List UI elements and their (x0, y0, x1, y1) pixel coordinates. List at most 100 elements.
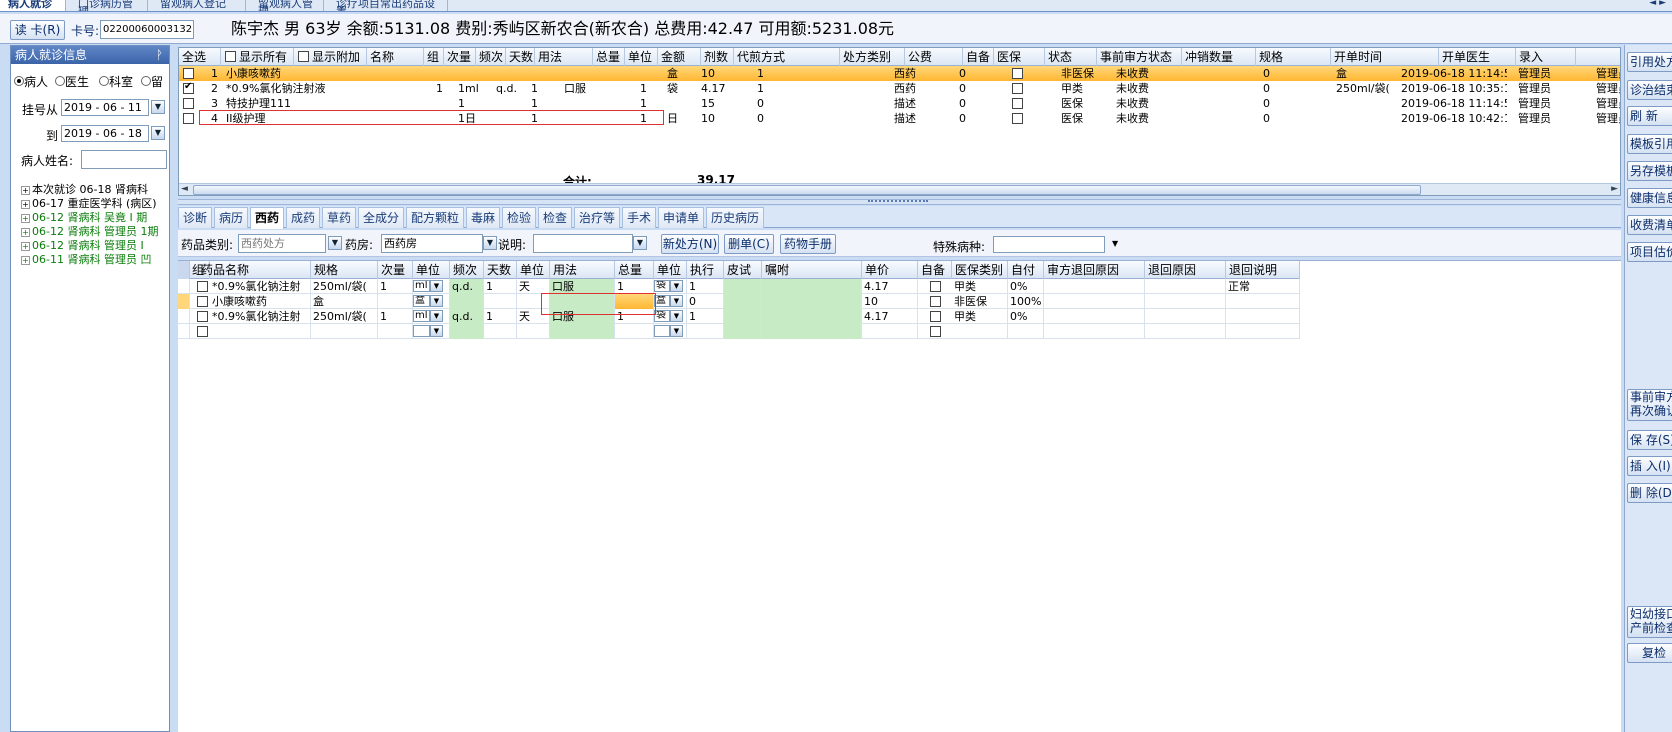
dose-cell[interactable]: 1 (378, 279, 413, 294)
pharmacy-select[interactable]: 西药房 (381, 234, 483, 253)
drug-name-cell[interactable]: 小康咳嗽药 (210, 294, 311, 309)
group-checkbox[interactable] (197, 311, 208, 322)
tab-8[interactable]: 检验 (502, 207, 536, 228)
scroll-right-arrow[interactable]: ► (1611, 184, 1618, 194)
unit-dropdown[interactable]: ▼ (430, 310, 443, 322)
pharmacy-dropdown[interactable]: ▼ (483, 236, 497, 250)
total-unit-cell[interactable]: 袋 ▼ (654, 309, 687, 324)
row-indicator[interactable] (178, 309, 190, 324)
drug-name-cell[interactable]: *0.9%氯化钠注射 (210, 279, 311, 294)
unit-select[interactable]: 盒 (413, 295, 430, 307)
prescription-list-hscrollbar[interactable]: ◄ ► (179, 183, 1620, 195)
total-unit-select[interactable]: 盒 (654, 295, 670, 307)
top-tab-0[interactable]: 病人就诊 (0, 0, 66, 11)
tab-13[interactable]: 历史病历 (706, 207, 764, 228)
header-col[interactable]: 显示所有 (221, 48, 294, 66)
row-indicator[interactable] (178, 279, 190, 294)
skin-test-cell[interactable] (724, 309, 762, 324)
scroll-left-arrow[interactable]: ◄ (181, 184, 188, 194)
date-from-dropdown[interactable]: ▼ (151, 100, 165, 114)
right-button-1[interactable]: 诊治结束 (1627, 80, 1672, 100)
row-indicator[interactable] (178, 324, 190, 339)
recheck-button[interactable]: 复检 (1627, 643, 1672, 663)
right-button-2[interactable]: 刷 新 (1627, 106, 1672, 126)
header-col[interactable]: 全选 (179, 48, 221, 66)
splitter-grip[interactable] (868, 200, 928, 204)
expand-icon[interactable]: + (21, 213, 30, 223)
unit-dropdown[interactable]: ▼ (430, 325, 443, 337)
skin-test-cell[interactable] (724, 279, 762, 294)
exec-cell[interactable]: 1 (687, 309, 724, 324)
right-button-mid-2[interactable]: 保 存(S) (1627, 430, 1672, 450)
expand-icon[interactable]: + (21, 241, 30, 251)
drug-name-cell[interactable]: *0.9%氯化钠注射 (210, 309, 311, 324)
date-to-dropdown[interactable]: ▼ (151, 126, 165, 140)
tab-12[interactable]: 申请单 (658, 207, 704, 228)
right-button-7[interactable]: 项目估价 (1627, 242, 1672, 262)
tree-item[interactable]: + 本次就诊 06-18 肾病科 (21, 183, 148, 196)
expand-icon[interactable]: + (21, 199, 30, 209)
new-prescription-button[interactable]: 新处方(N) (661, 234, 719, 254)
unit-dropdown[interactable]: ▼ (430, 280, 443, 292)
drug-type-select[interactable]: 西药处方 (238, 234, 326, 253)
drug-name-cell[interactable] (210, 324, 311, 339)
total-unit-dropdown[interactable]: ▼ (670, 310, 683, 322)
instruction-cell[interactable] (762, 324, 862, 339)
days-cell[interactable] (484, 294, 517, 309)
skin-test-cell[interactable] (724, 324, 762, 339)
tab-11[interactable]: 手术 (622, 207, 656, 228)
right-button-4[interactable]: 另存模板 (1627, 161, 1672, 181)
right-button-0[interactable]: 引用处方 (1627, 52, 1672, 72)
self-provided-checkbox[interactable] (930, 326, 941, 337)
row-indicator[interactable] (178, 294, 190, 309)
maternal-interface-button[interactable]: 妇幼接口产前检查 (1627, 606, 1672, 638)
total-unit-dropdown[interactable]: ▼ (670, 280, 683, 292)
prescription-row[interactable]: 3 特技护理111 1 1 1 15 0 描述 0 医保 未收费 0 2019-06-18 11:14:… (179, 96, 1620, 111)
total-unit-cell[interactable]: 袋 ▼ (654, 279, 687, 294)
special-disease-select[interactable] (993, 236, 1105, 253)
total-unit-select[interactable] (654, 325, 670, 337)
tab-3[interactable]: 成药 (286, 207, 320, 228)
read-card-button[interactable]: 读 卡(R) (10, 20, 65, 40)
self-provided-checkbox[interactable] (930, 281, 941, 292)
exec-cell[interactable]: 0 (687, 294, 724, 309)
usage-cell[interactable] (550, 324, 615, 339)
expand-icon[interactable]: + (21, 185, 30, 195)
row-checkbox[interactable] (183, 68, 194, 79)
top-tab-2[interactable]: 留观病人登记 (152, 0, 246, 11)
tree-item[interactable]: +06-12 肾病科 管理员 I (21, 239, 144, 252)
instruction-cell[interactable] (762, 279, 862, 294)
freq-cell[interactable] (450, 294, 484, 309)
radio-department[interactable]: 科室 (99, 73, 133, 90)
total-unit-select[interactable]: 袋 (654, 310, 670, 322)
top-tab-3[interactable]: 留观病人管理 (250, 0, 324, 11)
tree-item[interactable]: +06-11 肾病科 管理员 凹 (21, 253, 151, 266)
scroll-thumb[interactable] (193, 185, 1421, 195)
unit-select[interactable]: ml (413, 280, 430, 292)
drug-row[interactable]: ▼ ▼ (178, 324, 1300, 339)
patient-name-input[interactable] (81, 150, 167, 169)
pin-icon[interactable]: ᚹ (156, 46, 163, 64)
unit-cell[interactable]: 盒 ▼ (413, 294, 450, 309)
self-provided-checkbox[interactable] (930, 311, 941, 322)
total-unit-cell[interactable]: 盒 ▼ (654, 294, 687, 309)
group-checkbox[interactable] (197, 326, 208, 337)
total-unit-select[interactable]: 袋 (654, 280, 670, 292)
freq-cell[interactable]: q.d. (450, 309, 484, 324)
row-checkbox[interactable] (183, 113, 194, 124)
exec-cell[interactable]: 1 (687, 279, 724, 294)
panel-splitter[interactable] (178, 199, 1621, 205)
self-provided-checkbox[interactable] (930, 296, 941, 307)
card-number-input[interactable]: 0220006000313210 (100, 20, 194, 39)
tree-item[interactable]: +06-12 肾病科 管理员 1期 (21, 225, 158, 238)
tab-9[interactable]: 检查 (538, 207, 572, 228)
date-from-input[interactable]: 2019 - 06 - 11 (61, 99, 149, 116)
freq-cell[interactable]: q.d. (450, 279, 484, 294)
unit-dropdown[interactable]: ▼ (430, 295, 443, 307)
tab-0[interactable]: 诊断 (178, 207, 212, 228)
right-button-3[interactable]: 模板引用 (1627, 134, 1672, 154)
expand-icon[interactable]: + (21, 227, 30, 237)
total-unit-dropdown[interactable]: ▼ (670, 295, 683, 307)
unit-cell[interactable]: ml ▼ (413, 279, 450, 294)
pre-review-button[interactable]: 事前审方再次确认 (1627, 389, 1672, 421)
